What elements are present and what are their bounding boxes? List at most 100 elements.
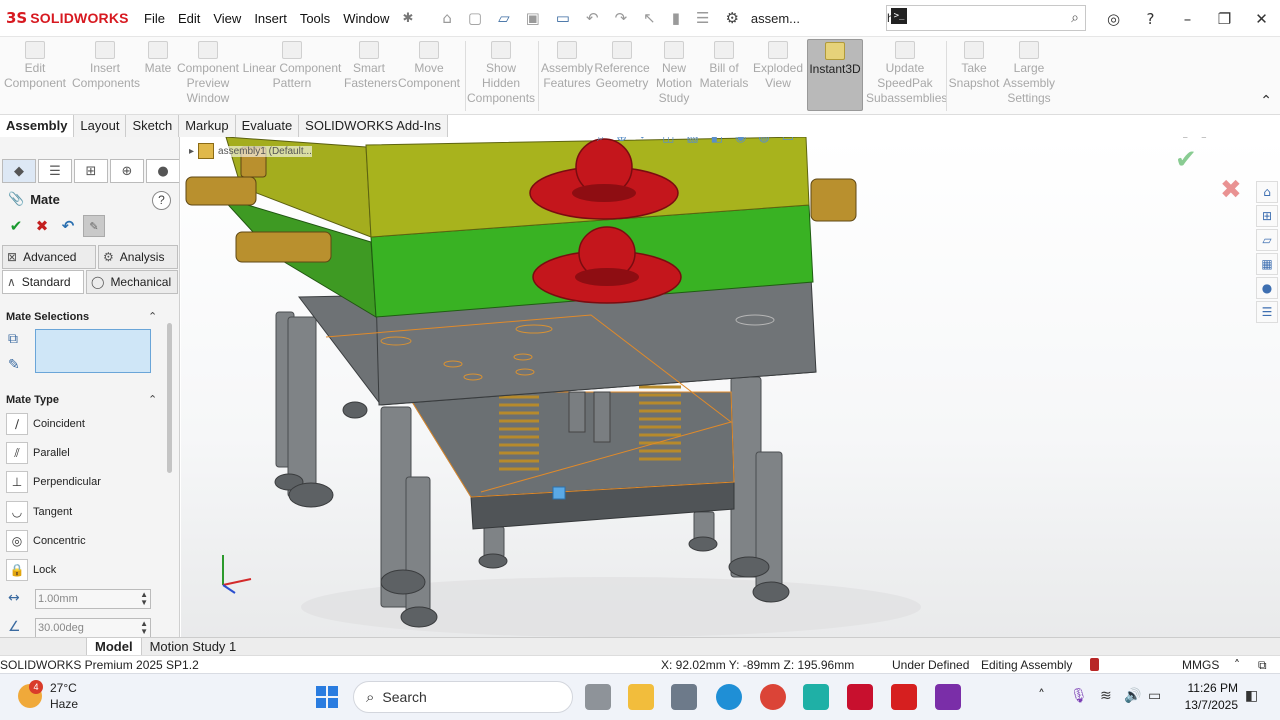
redo-icon[interactable]: ↷ bbox=[615, 9, 628, 27]
design-library-icon[interactable]: ⊞ bbox=[1256, 205, 1278, 227]
appearance-icon[interactable]: ◍ bbox=[758, 137, 769, 145]
graphics-area[interactable]: ▸ assembly1 (Default... ⌕ ⊕ ↶ ◫ ▧ ◧ ◉ ◍ … bbox=[181, 137, 1280, 637]
office-app-icon[interactable] bbox=[671, 684, 697, 710]
tab-sketch[interactable]: Sketch bbox=[126, 115, 180, 137]
tile-view-icon[interactable]: ▯ bbox=[1201, 137, 1208, 139]
confirm-ok-icon[interactable]: ✔ bbox=[1175, 145, 1197, 175]
display-manager-icon[interactable]: ● bbox=[146, 159, 179, 183]
solidworks-resources-icon[interactable]: ⌂ bbox=[1256, 181, 1278, 203]
search-icon[interactable]: ⌕ bbox=[1071, 10, 1079, 26]
custom-properties-icon[interactable]: ☰ bbox=[1256, 301, 1278, 323]
undo-icon[interactable]: ↶ bbox=[586, 9, 599, 27]
tab-addins[interactable]: SOLIDWORKS Add-Ins bbox=[299, 115, 448, 137]
print-icon[interactable]: ▭ bbox=[556, 9, 570, 27]
edge-browser-icon[interactable] bbox=[716, 684, 742, 710]
view-palette-icon[interactable]: ▦ bbox=[1256, 253, 1278, 275]
undo-icon[interactable]: ↶ bbox=[57, 215, 79, 237]
pushpin-icon[interactable]: ✎ bbox=[83, 215, 105, 237]
pm-tab-standard[interactable]: ∧ Standard bbox=[2, 270, 84, 294]
menu-view[interactable]: View bbox=[213, 11, 241, 26]
appearances-icon[interactable]: ● bbox=[1256, 277, 1278, 299]
save-icon[interactable]: ▣ bbox=[526, 9, 540, 27]
display-style-icon[interactable]: ◧ bbox=[711, 137, 723, 145]
mate-lock[interactable]: 🔒 Lock bbox=[6, 557, 56, 583]
configuration-manager-icon[interactable]: ⊞ bbox=[74, 159, 108, 183]
units-caret-icon[interactable]: ˄ bbox=[1234, 658, 1240, 672]
zoom-area-icon[interactable]: ⊕ bbox=[616, 137, 627, 145]
tab-assembly[interactable]: Assembly bbox=[0, 115, 75, 137]
entity-select-icon[interactable]: ⧉ bbox=[8, 331, 28, 351]
task-view-icon[interactable] bbox=[585, 684, 611, 710]
pm-help-button[interactable]: ? bbox=[152, 191, 171, 210]
wifi-icon[interactable]: ≋ bbox=[1100, 688, 1112, 704]
notifications-icon[interactable]: ◧ bbox=[1245, 688, 1258, 704]
system-clock[interactable]: 11:26 PM 13/7/2025 bbox=[1180, 680, 1238, 714]
search-input[interactable]: heli bbox=[887, 11, 1071, 25]
close-icon[interactable]: ✕ bbox=[1243, 10, 1280, 28]
mate-parallel[interactable]: ⫽ Parallel bbox=[6, 440, 70, 466]
tab-evaluate[interactable]: Evaluate bbox=[236, 115, 300, 137]
spinner-icon[interactable]: ▲ ▼ bbox=[140, 591, 148, 607]
help-icon[interactable]: ? bbox=[1132, 10, 1169, 28]
solidworks-logo[interactable]: 3S SOLIDWORKS bbox=[6, 9, 129, 27]
menu-edit[interactable]: Edit bbox=[178, 11, 200, 26]
weather-widget[interactable]: 4 27°C Haze bbox=[18, 680, 78, 712]
tab-markup[interactable]: Markup bbox=[179, 115, 236, 137]
acrobat-icon[interactable] bbox=[891, 684, 917, 710]
tab-motion-study[interactable]: Motion Study 1 bbox=[142, 638, 245, 656]
previous-view-icon[interactable]: ↶ bbox=[639, 137, 650, 145]
new-document-icon[interactable]: ▢ bbox=[468, 9, 482, 27]
pm-scrollbar[interactable] bbox=[167, 323, 172, 473]
open-icon[interactable]: ▱ bbox=[498, 9, 510, 27]
ok-check-icon[interactable]: ✔ bbox=[5, 215, 27, 237]
vp-restore-icon[interactable]: ❐ bbox=[1237, 137, 1248, 139]
cmd-update-speedpak[interactable]: Update SpeedPak Subassemblies bbox=[866, 39, 947, 111]
tab-model[interactable]: Model bbox=[86, 637, 142, 656]
quick-tips-icon[interactable]: ⧉ bbox=[1258, 658, 1267, 673]
confirm-cancel-icon[interactable]: ✖ bbox=[1220, 175, 1242, 205]
split-view-icon[interactable]: ▯ bbox=[1182, 137, 1189, 139]
angle-field[interactable]: 30.00deg ▲ ▼ bbox=[35, 618, 151, 637]
restore-icon[interactable]: ❐ bbox=[1206, 10, 1243, 28]
collapse-chevron-icon[interactable]: ⌃ bbox=[148, 310, 157, 323]
distance-field[interactable]: 1.00mm ▲ ▼ bbox=[35, 589, 151, 609]
battery-icon[interactable]: ▭ bbox=[1148, 688, 1161, 704]
spinner-icon[interactable]: ▲ ▼ bbox=[140, 620, 148, 636]
volume-icon[interactable]: 🔊 bbox=[1124, 688, 1141, 704]
cmd-component-preview-window[interactable]: Component Preview Window bbox=[176, 39, 240, 111]
collapse-chevron-icon[interactable]: ⌃ bbox=[148, 393, 157, 406]
angle-icon[interactable]: ∠ bbox=[8, 619, 28, 637]
cmd-take-snapshot[interactable]: Take Snapshot bbox=[948, 39, 1000, 111]
user-account-icon[interactable]: ◎ bbox=[1095, 10, 1132, 28]
file-explorer-app-icon[interactable] bbox=[628, 684, 654, 710]
cmd-reference-geometry[interactable]: Reference Geometry bbox=[594, 39, 650, 111]
cmd-new-motion-study[interactable]: New Motion Study bbox=[652, 39, 696, 111]
mold-assembly-model[interactable] bbox=[181, 137, 1280, 637]
cancel-x-icon[interactable]: ✖ bbox=[31, 215, 53, 237]
menu-window[interactable]: Window bbox=[343, 11, 389, 26]
pin-menu-icon[interactable]: ✱ bbox=[402, 11, 413, 26]
tray-overflow-icon[interactable]: ˄ bbox=[1038, 688, 1045, 704]
mate-perpendicular[interactable]: ⊥ Perpendicular bbox=[6, 469, 101, 495]
cmd-large-assembly-settings[interactable]: Large Assembly Settings bbox=[1002, 39, 1056, 111]
mate-selections-list[interactable] bbox=[35, 329, 151, 373]
rebuild-indicator-icon[interactable] bbox=[1090, 658, 1099, 671]
pm-tab-mechanical[interactable]: ◯ Mechanical bbox=[86, 270, 178, 294]
mate-tangent[interactable]: ◡ Tangent bbox=[6, 499, 72, 525]
pm-tab-analysis[interactable]: ⚙ Analysis bbox=[98, 245, 178, 269]
cmd-instant3d[interactable]: Instant3D bbox=[807, 39, 863, 111]
vp-close-icon[interactable]: ✕ bbox=[1260, 137, 1270, 139]
cmd-smart-fasteners[interactable]: Smart Fasteners bbox=[344, 39, 397, 111]
menu-file[interactable]: File bbox=[144, 11, 165, 26]
cmd-mate[interactable]: Mate bbox=[140, 39, 176, 111]
minimize-icon[interactable]: – bbox=[1169, 10, 1206, 28]
cmd-exploded-view[interactable]: Exploded View bbox=[752, 39, 804, 111]
collapse-ribbon-icon[interactable]: ⌃ bbox=[1260, 93, 1272, 109]
windows-start-icon[interactable] bbox=[316, 686, 338, 708]
microphone-icon[interactable]: 🎙 bbox=[1070, 688, 1088, 704]
solidworks-taskbar-icon[interactable] bbox=[847, 684, 873, 710]
file-explorer-icon[interactable]: ▱ bbox=[1256, 229, 1278, 251]
unit-system[interactable]: MMGS bbox=[1182, 658, 1219, 672]
feature-manager-icon[interactable]: ◆ bbox=[2, 159, 36, 183]
vp-minimize-icon[interactable]: – bbox=[1219, 137, 1225, 139]
